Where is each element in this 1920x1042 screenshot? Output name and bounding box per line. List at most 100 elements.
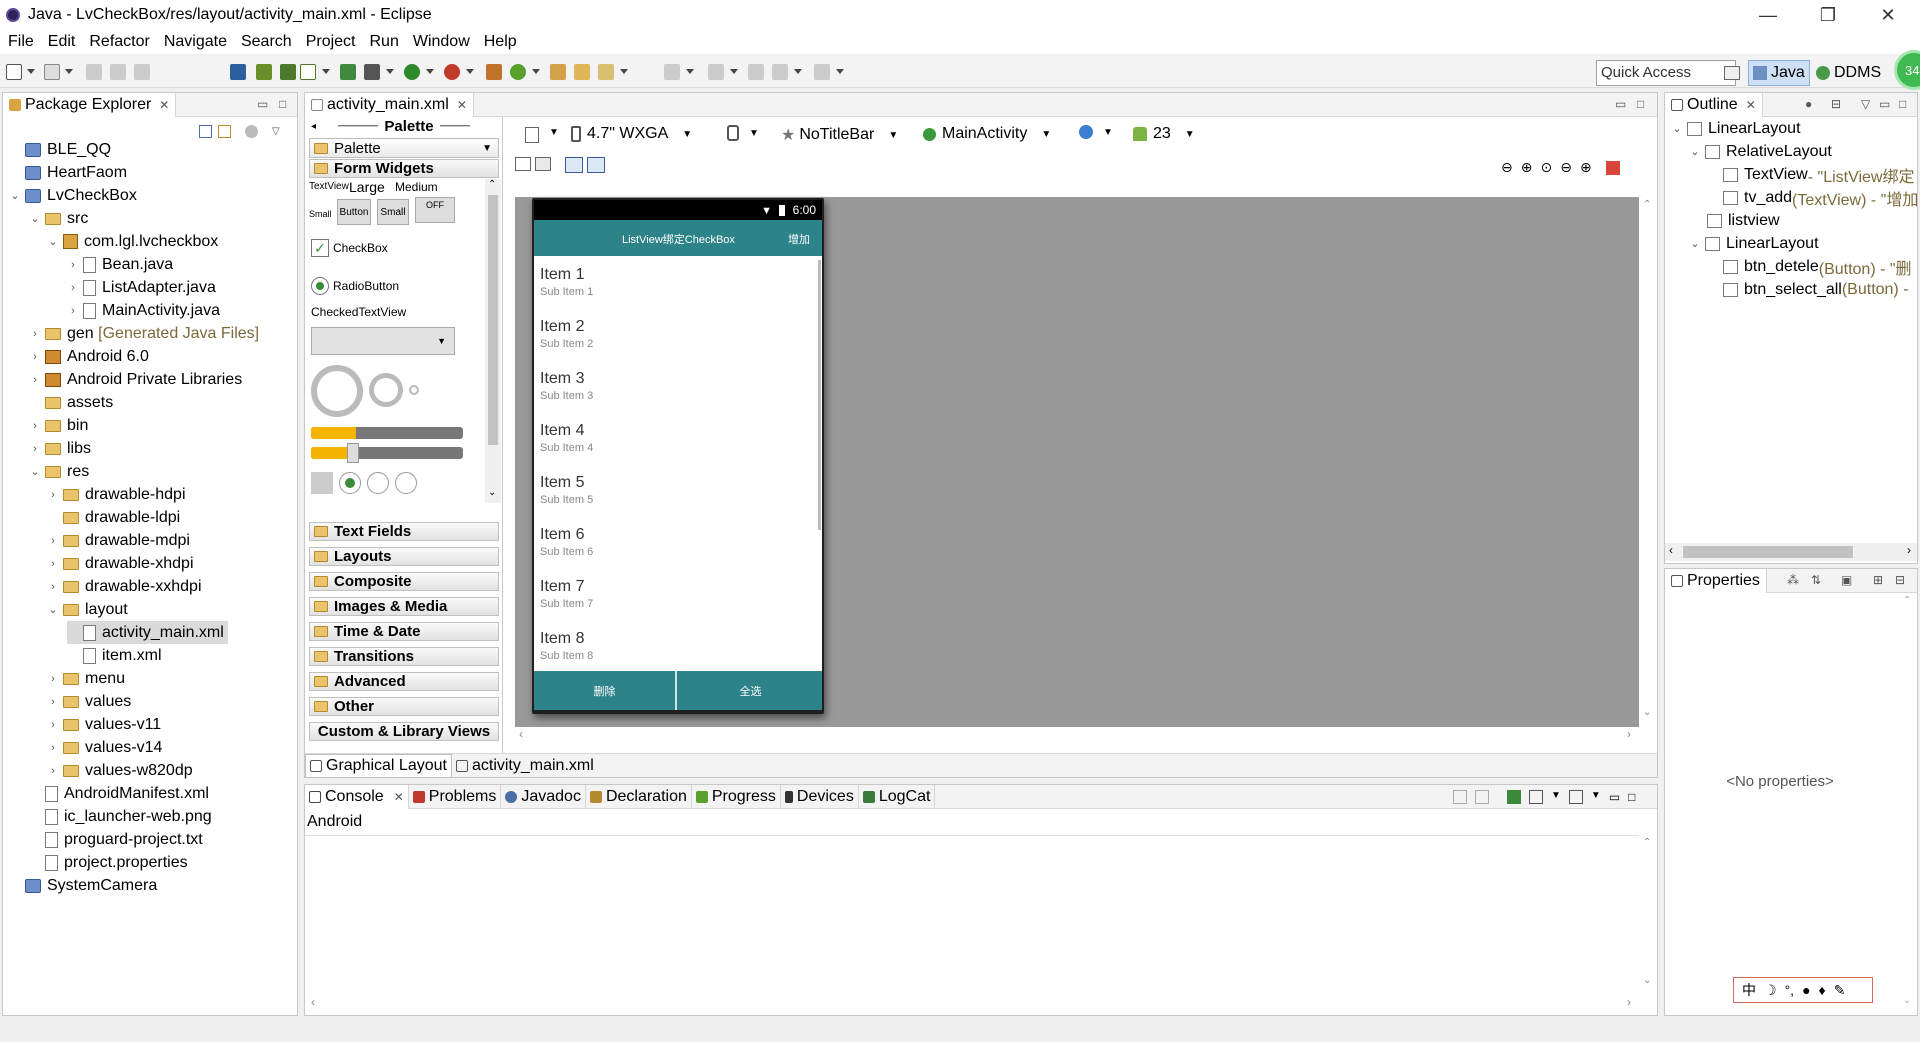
tree-item-drawable-ldpi[interactable]: drawable-ldpi (47, 506, 180, 529)
canvas-horizontal-scrollbar[interactable]: ‹ › (515, 727, 1639, 743)
palette-section-layouts[interactable]: Layouts (309, 547, 499, 566)
minimize-icon[interactable]: ▭ (1879, 97, 1890, 111)
chevron-right-icon[interactable]: › (67, 305, 79, 317)
chevron-up-icon[interactable]: ⌃ (488, 179, 496, 190)
list-item[interactable]: Item 7 Sub Item 7 (540, 568, 800, 620)
maximize-icon[interactable]: □ (1628, 790, 1635, 804)
close-icon[interactable]: ✕ (159, 98, 169, 112)
run-icon[interactable] (404, 64, 420, 80)
widget-rating-star-3[interactable] (395, 472, 417, 494)
ddms-perspective-button[interactable]: DDMS (1812, 60, 1885, 86)
widget-checkbox[interactable]: ✓ CheckBox (311, 239, 388, 257)
last-edit-icon[interactable] (748, 64, 764, 80)
open-type-icon[interactable] (550, 64, 566, 80)
list-item[interactable]: Item 1 Sub Item 1 (540, 256, 800, 308)
chevron-right-icon[interactable]: › (1627, 727, 1631, 741)
chevron-right-icon[interactable]: › (47, 696, 59, 708)
chevron-down-icon[interactable] (532, 69, 540, 74)
open-console-icon[interactable] (1568, 790, 1583, 804)
tab-declaration[interactable]: Declaration (586, 784, 692, 809)
tree-item-systemcamera[interactable]: SystemCamera (25, 874, 157, 897)
listview[interactable]: Item 1 Sub Item 1 Item 2 Sub Item 2 Item 3… (534, 256, 822, 671)
outline-item-btn-detele[interactable]: btn_detele (Button) - "删 (1723, 255, 1912, 278)
menu-navigate[interactable]: Navigate (164, 33, 227, 51)
console-horizontal-scrollbar[interactable]: ‹ › (305, 995, 1639, 1013)
chevron-left-icon[interactable]: ‹ (1669, 543, 1673, 557)
chevron-right-icon[interactable]: › (1907, 543, 1911, 557)
layout-horizontal-icon[interactable] (515, 157, 531, 171)
chevron-down-icon[interactable] (322, 69, 330, 74)
widget-small[interactable]: Small (309, 209, 332, 219)
chevron-down-icon[interactable]: ⌄ (1643, 975, 1651, 986)
chevron-down-icon[interactable] (27, 69, 35, 74)
chevron-down-icon[interactable] (620, 69, 628, 74)
chevron-right-icon[interactable]: › (47, 535, 59, 547)
zoom-real-size-icon[interactable]: ⊖ (1501, 159, 1513, 176)
layout-vertical-icon[interactable] (535, 157, 551, 171)
tree-item-drawable-xxhdpi[interactable]: › drawable-xxhdpi (47, 575, 201, 598)
widget-checked-textview[interactable]: CheckedTextView (311, 305, 406, 319)
widget-toggle-button[interactable]: OFF (415, 197, 455, 223)
properties-scrollbar[interactable]: ⌃ ⌄ (1899, 595, 1917, 1013)
menu-help[interactable]: Help (484, 33, 517, 51)
menu-file[interactable]: File (8, 33, 34, 51)
chevron-right-icon[interactable]: › (47, 581, 59, 593)
chevron-up-icon[interactable]: ⌃ (1643, 199, 1651, 210)
locale-selector[interactable]: ▼ (1079, 125, 1113, 139)
palette-section-time-date[interactable]: Time & Date (309, 622, 499, 641)
open-icon[interactable] (44, 64, 60, 80)
chevron-down-icon[interactable]: ▼ (1551, 790, 1561, 804)
menu-run[interactable]: Run (369, 33, 398, 51)
tree-item-bean-java[interactable]: › Bean.java (67, 253, 173, 276)
tree-item-drawable-mdpi[interactable]: › drawable-mdpi (47, 529, 190, 552)
chevron-down-icon[interactable]: ⌄ (1671, 122, 1683, 135)
tree-item-project-properties[interactable]: project.properties (29, 851, 188, 874)
moon-icon[interactable]: ☽ (1764, 982, 1777, 999)
palette-section-form-widgets[interactable]: Form Widgets (309, 159, 499, 178)
chevron-down-icon[interactable]: ⌄ (1689, 145, 1701, 158)
select-all-button[interactable]: 全选 (679, 671, 822, 710)
orientation-selector[interactable]: ▼ (727, 125, 759, 141)
tree-item-android-6[interactable]: › Android 6.0 (29, 345, 149, 368)
wrench-icon[interactable]: ✎ (1834, 982, 1846, 999)
tab-activity-main-xml[interactable]: activity_main.xml ✕ (305, 92, 474, 117)
activity-selector[interactable]: MainActivity ▼ (923, 125, 1051, 143)
new-java-class-icon[interactable] (510, 64, 526, 80)
outline-item-relativelayout[interactable]: ⌄ RelativeLayout (1689, 140, 1831, 163)
widget-medium[interactable]: Medium (395, 180, 438, 194)
chevron-down-icon[interactable] (426, 69, 434, 74)
scrollbar-thumb[interactable] (1683, 546, 1853, 558)
chevron-down-icon[interactable]: ⌄ (29, 212, 41, 225)
tree-item-mainactivity-java[interactable]: › MainActivity.java (67, 299, 220, 322)
collapse-all-icon[interactable] (199, 124, 212, 138)
tree-item-drawable-hdpi[interactable]: › drawable-hdpi (47, 483, 185, 506)
chevron-down-icon[interactable] (65, 69, 73, 74)
menu-project[interactable]: Project (306, 33, 356, 51)
chevron-up-icon[interactable]: ⌃ (1903, 595, 1911, 606)
view-menu-icon[interactable]: ▽ (1861, 97, 1870, 111)
tree-item-ble-qq[interactable]: BLE_QQ (25, 138, 111, 161)
chevron-down-icon[interactable]: ⌄ (1689, 237, 1701, 250)
tab-package-explorer[interactable]: Package Explorer ✕ (3, 92, 177, 117)
palette-dropdown[interactable]: Palette ▼ (309, 138, 499, 158)
close-icon[interactable]: ✕ (1746, 98, 1756, 112)
chevron-down-icon[interactable] (466, 69, 474, 74)
pin-console-icon[interactable] (1507, 790, 1521, 804)
tree-item-values[interactable]: › values (47, 690, 131, 713)
tree-item-res[interactable]: ⌄ res (29, 460, 89, 483)
user-icon[interactable]: ● (1802, 982, 1810, 998)
chevron-down-icon[interactable]: ⌄ (29, 465, 41, 478)
console-vertical-scrollbar[interactable]: ⌃ ⌄ (1639, 835, 1657, 995)
close-icon[interactable]: ✕ (457, 98, 467, 112)
tab-properties[interactable]: Properties (1665, 568, 1767, 593)
tree-item-assets[interactable]: assets (29, 391, 113, 414)
new-java-package-icon[interactable] (486, 64, 502, 80)
widget-rating-star-2[interactable] (367, 472, 389, 494)
android-lint-icon[interactable] (280, 64, 296, 80)
tree-item-libs[interactable]: › libs (29, 437, 91, 460)
debug-icon[interactable] (364, 64, 380, 80)
open-task-icon[interactable] (574, 64, 590, 80)
chevron-right-icon[interactable]: › (29, 351, 41, 363)
outline-item-listview[interactable]: listview (1707, 209, 1780, 232)
chevron-right-icon[interactable]: › (47, 742, 59, 754)
